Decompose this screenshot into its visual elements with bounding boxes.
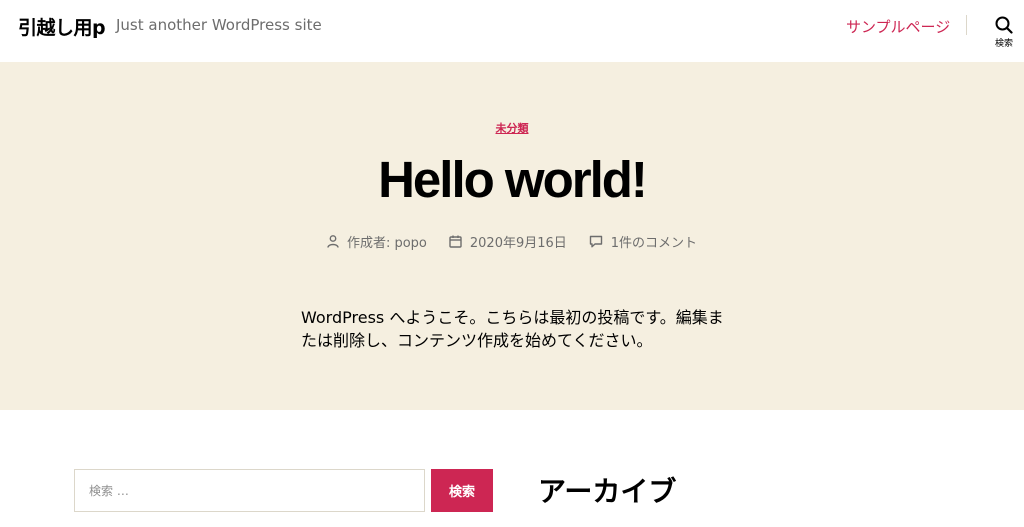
site-title[interactable]: 引越し用p <box>18 13 106 40</box>
archive-widget-title: アーカイブ <box>538 475 677 508</box>
site-header: 引越し用p Just another WordPress site サンプルペー… <box>0 0 1024 62</box>
nav-link-sample-page[interactable]: サンプルページ <box>846 16 950 37</box>
site-description: Just another WordPress site <box>116 16 322 34</box>
search-toggle-label: 検索 <box>994 39 1013 49</box>
search-toggle-button[interactable]: 検索 <box>990 16 1018 50</box>
post-title: Hello world! <box>378 151 648 208</box>
comment-icon <box>589 235 602 248</box>
post-date[interactable]: 2020年9月16日 <box>449 232 567 251</box>
post-meta: 作成者: popo 2020年9月16日 1件のコメント <box>0 232 1024 251</box>
person-icon <box>327 235 339 248</box>
post-content-line: WordPress へようこそ。こちらは最初の投稿です。編集ま <box>301 308 724 327</box>
search-input[interactable] <box>74 469 425 512</box>
category-container: 未分類 <box>0 119 1024 137</box>
search-widget: 検索 <box>74 469 493 512</box>
post-content-line: たは削除し、コンテンツ作成を始めてください。 <box>301 331 653 350</box>
post-author[interactable]: 作成者: popo <box>327 232 427 251</box>
category-link[interactable]: 未分類 <box>496 122 529 135</box>
post-date-text: 2020年9月16日 <box>469 236 567 251</box>
post-comments-text: 1件のコメント <box>610 236 698 251</box>
header-divider <box>966 15 967 35</box>
calendar-icon <box>449 235 462 248</box>
post-hero: 未分類 Hello world! 作成者: popo 2020年9月16日 1件… <box>0 62 1024 410</box>
post-comments[interactable]: 1件のコメント <box>589 232 697 251</box>
post-content: WordPress へようこそ。こちらは最初の投稿です。編集ま たは削除し、コン… <box>301 306 731 352</box>
post-author-text: 作成者: popo <box>346 236 427 251</box>
search-submit-button[interactable]: 検索 <box>431 469 493 512</box>
search-icon <box>995 16 1013 34</box>
